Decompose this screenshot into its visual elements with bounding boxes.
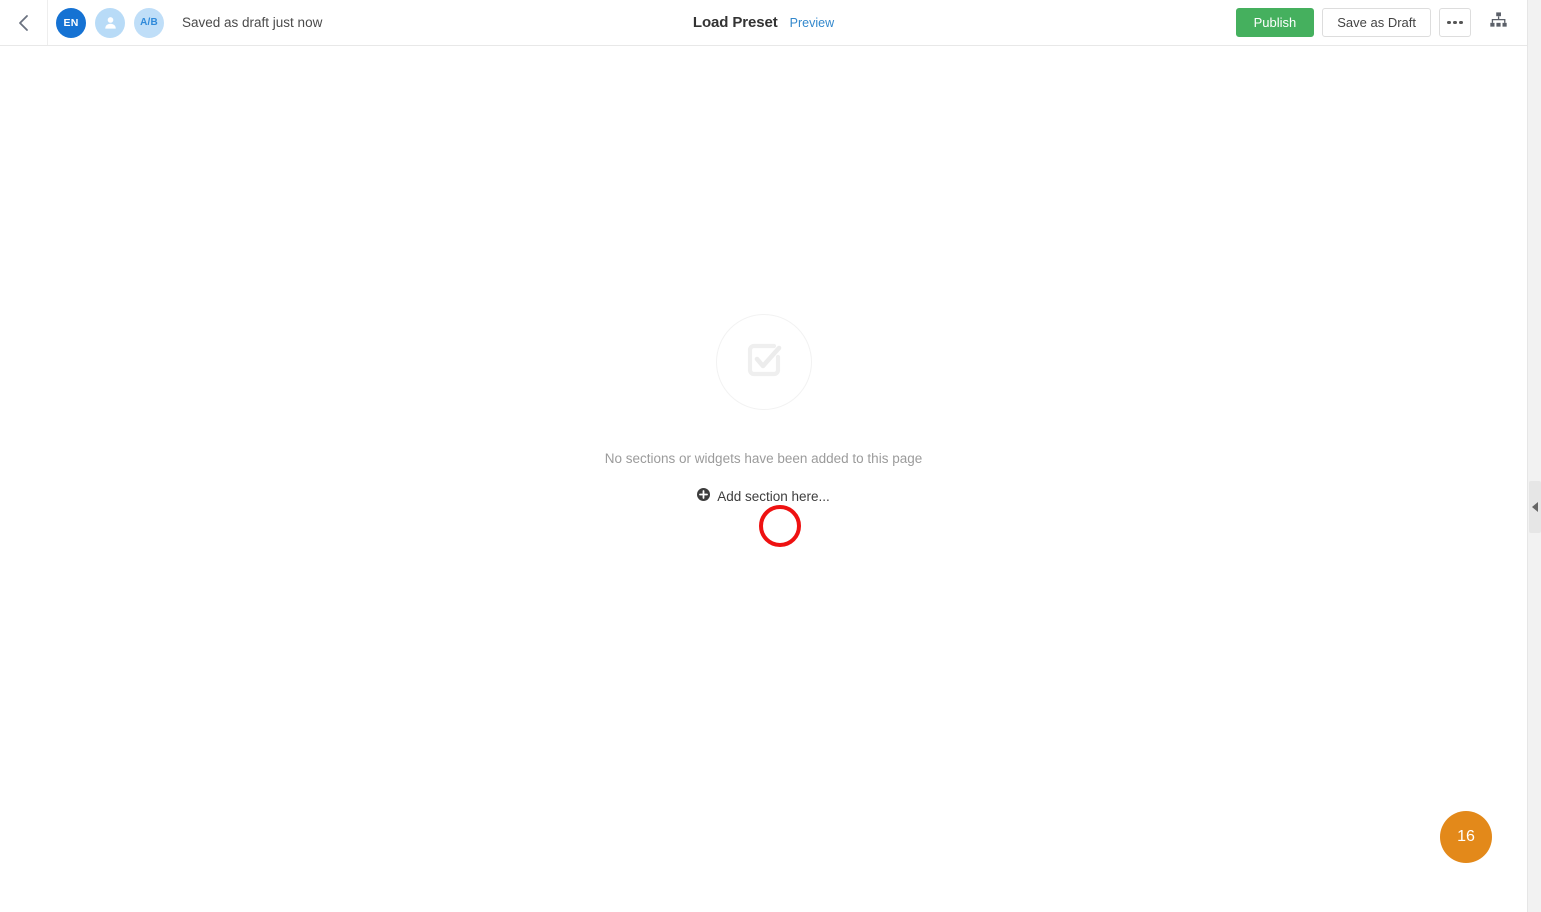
- toolbar-actions: Publish Save as Draft: [1235, 8, 1527, 38]
- save-as-draft-button[interactable]: Save as Draft: [1322, 8, 1431, 37]
- audience-badge[interactable]: [95, 7, 125, 38]
- ab-test-badge-label: A/B: [140, 17, 158, 28]
- preview-link[interactable]: Preview: [790, 16, 834, 30]
- right-panel-rail: [1527, 0, 1541, 912]
- person-icon: [103, 15, 118, 30]
- checkbox-checked-icon: [741, 337, 787, 388]
- panel-collapse-handle[interactable]: [1529, 481, 1541, 533]
- top-toolbar: EN A/B Saved as draft just now Load Pres…: [0, 0, 1527, 46]
- step-number-badge: 16: [1440, 811, 1492, 863]
- more-options-button[interactable]: [1439, 8, 1471, 37]
- click-target-highlight: [759, 505, 801, 547]
- language-badge-label: EN: [63, 16, 79, 29]
- chevron-left-icon: [17, 13, 30, 33]
- add-section-label: Add section here...: [717, 488, 830, 504]
- ellipsis-icon: [1447, 20, 1463, 25]
- plus-circle-icon: [697, 488, 711, 504]
- page-title: Load Preset: [692, 14, 778, 31]
- saved-status-text: Saved as draft just now: [182, 15, 323, 30]
- ab-test-badge[interactable]: A/B: [134, 7, 164, 38]
- empty-state-icon-circle: [715, 314, 812, 410]
- empty-state: No sections or widgets have been added t…: [0, 314, 1527, 504]
- back-button[interactable]: [0, 0, 48, 45]
- avatar-group: EN A/B: [56, 7, 164, 38]
- triangle-left-icon: [1532, 502, 1538, 512]
- add-section-button[interactable]: Add section here...: [697, 488, 830, 504]
- sitemap-button[interactable]: [1481, 8, 1515, 38]
- sitemap-icon: [1489, 11, 1508, 34]
- language-badge[interactable]: EN: [56, 7, 86, 38]
- page-canvas[interactable]: No sections or widgets have been added t…: [0, 46, 1527, 912]
- empty-state-message: No sections or widgets have been added t…: [604, 451, 923, 466]
- publish-button[interactable]: Publish: [1235, 8, 1315, 37]
